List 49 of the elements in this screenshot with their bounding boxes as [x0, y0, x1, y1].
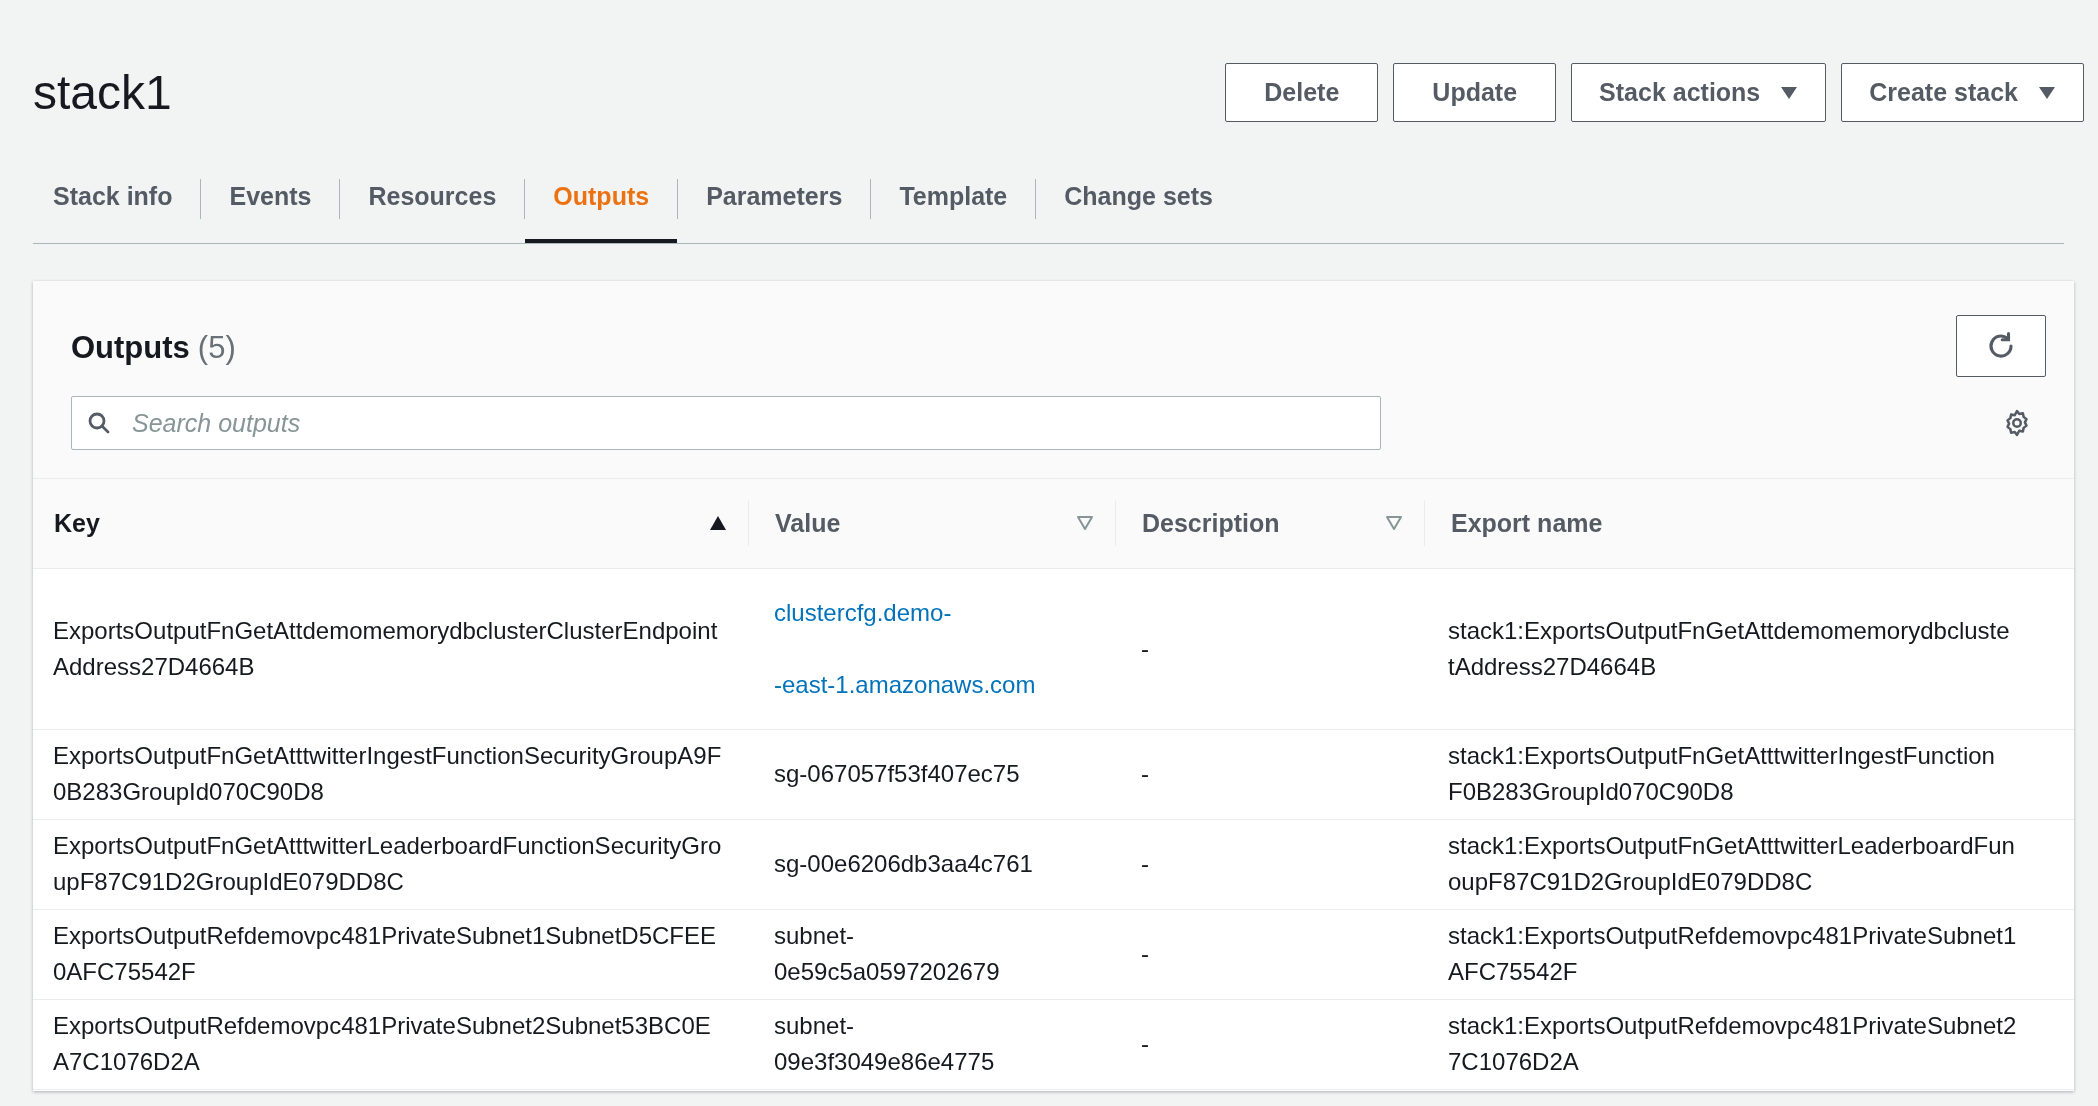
search-icon	[87, 411, 111, 435]
table-cell-text: AFC75542F	[1448, 957, 1578, 987]
table-cell-text: subnet-	[774, 1011, 855, 1041]
column-header[interactable]: Description	[1142, 504, 1280, 542]
table-cell: -	[1141, 1030, 1149, 1057]
search-field[interactable]: Search outputs	[71, 396, 1381, 450]
table-cell: -	[1141, 940, 1149, 967]
table-cell-text: 0e59c5a0597202679	[774, 957, 1000, 987]
dropdown-button[interactable]: Stack actions	[1571, 63, 1827, 122]
value-link[interactable]: clustercfg.demo-	[774, 594, 952, 631]
column-header[interactable]: Value	[775, 504, 841, 542]
table-cell-text: ExportsOutputFnGetAttdemomemorydbclusterClusterEndpointAddress27D4664B	[53, 615, 719, 682]
table-cell-text: ExportsOutputRefdemovpc481PrivateSubnet1SubnetD5CFEE0AFC75542F	[53, 921, 718, 987]
tab[interactable]: Parameters	[678, 155, 871, 243]
table-cell-text: stack1:ExportsOutputFnGetAtttwitterLeaderboardFun	[1448, 831, 2015, 861]
column-header[interactable]: Key	[54, 504, 100, 542]
action-button[interactable]: Delete	[1225, 63, 1379, 122]
refresh-button[interactable]	[1956, 315, 2046, 377]
action-button[interactable]: Update	[1393, 63, 1557, 122]
table-cell-text: stack1:ExportsOutputRefdemovpc481PrivateSubnet2	[1448, 1011, 2017, 1041]
table-cell-text: F0B283GroupId070C90D8	[1448, 777, 1734, 807]
table-cell-text: 7C1076D2A	[1448, 1047, 1579, 1077]
table-cell: -	[1141, 634, 1149, 662]
column-header[interactable]: Export name	[1451, 504, 1603, 542]
table-cell: -	[1141, 850, 1149, 877]
table-cell-text: oupF87C91D2GroupIdE079DD8C	[1448, 867, 1813, 897]
table-cell: -	[1141, 760, 1149, 787]
table-cell-text: tAddress27D4664B	[1448, 651, 1657, 682]
sort-icon[interactable]	[709, 515, 727, 532]
tab[interactable]: Template	[871, 155, 1036, 243]
table-cell-text: ExportsOutputFnGetAtttwitterLeaderboardFunctionSecurityGroupF87C91D2GroupIdE079DD8C	[53, 831, 723, 897]
output-count: (5)	[197, 329, 236, 367]
tab[interactable]: Events	[201, 155, 340, 243]
table-cell-text: stack1:ExportsOutputFnGetAttdemomemorydbcluste	[1448, 615, 2010, 646]
table-cell-text: stack1:ExportsOutputFnGetAtttwitterIngestFunction	[1448, 741, 1995, 771]
table-cell-text: ExportsOutputFnGetAtttwitterIngestFunctionSecurityGroupA9F0B283GroupId070C90D8	[53, 741, 723, 807]
table-cell-text: sg-00e6206db3aa4c761	[774, 849, 1033, 879]
table-cell-text: 09e3f3049e86e4775	[774, 1047, 995, 1077]
page-title: stack1	[33, 68, 172, 117]
tab[interactable]: Stack info	[33, 155, 201, 243]
table-cell-text: ExportsOutputRefdemovpc481PrivateSubnet2Subnet53BC0EA7C1076D2A	[53, 1011, 712, 1077]
tab[interactable]: Resources	[340, 155, 525, 243]
value-link[interactable]: -east-1.amazonaws.com	[774, 666, 1036, 703]
table-cell-text: sg-067057f53f407ec75	[774, 759, 1020, 789]
dropdown-button[interactable]: Create stack	[1841, 63, 2084, 122]
tab[interactable]: Change sets	[1036, 155, 1241, 243]
panel-heading: Outputs	[71, 329, 190, 367]
table-cell-text: stack1:ExportsOutputRefdemovpc481PrivateSubnet1	[1448, 921, 2017, 951]
table-cell-text: subnet-	[774, 921, 855, 951]
